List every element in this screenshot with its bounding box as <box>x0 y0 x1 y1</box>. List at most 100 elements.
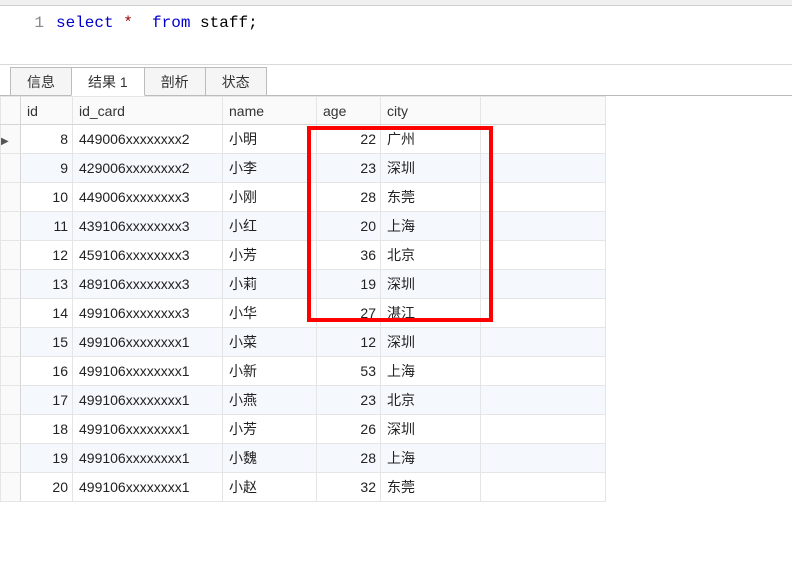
table-row[interactable]: 17499106xxxxxxxx1小燕23北京 <box>1 386 606 415</box>
cell-city[interactable]: 湛江 <box>381 299 481 328</box>
line-gutter: 1 <box>0 12 56 34</box>
cell-age[interactable]: 28 <box>317 183 381 212</box>
cell-id-card[interactable]: 499106xxxxxxxx1 <box>73 386 223 415</box>
col-header-id[interactable]: id <box>21 97 73 125</box>
cell-city[interactable]: 北京 <box>381 241 481 270</box>
cell-city[interactable]: 深圳 <box>381 154 481 183</box>
cell-city[interactable]: 深圳 <box>381 328 481 357</box>
table-row[interactable]: 12459106xxxxxxxx3小芳36北京 <box>1 241 606 270</box>
col-header-age[interactable]: age <box>317 97 381 125</box>
table-row[interactable]: ▶8449006xxxxxxxx2小明22广州 <box>1 125 606 154</box>
cell-name[interactable]: 小莉 <box>223 270 317 299</box>
cell-name[interactable]: 小新 <box>223 357 317 386</box>
cell-name[interactable]: 小芳 <box>223 241 317 270</box>
cell-id[interactable]: 13 <box>21 270 73 299</box>
cell-id[interactable]: 9 <box>21 154 73 183</box>
cell-id[interactable]: 20 <box>21 473 73 502</box>
cell-name[interactable]: 小菜 <box>223 328 317 357</box>
cell-name[interactable]: 小华 <box>223 299 317 328</box>
cell-age[interactable]: 22 <box>317 125 381 154</box>
cell-city[interactable]: 深圳 <box>381 270 481 299</box>
cell-name[interactable]: 小李 <box>223 154 317 183</box>
table-row[interactable]: 9429006xxxxxxxx2小李23深圳 <box>1 154 606 183</box>
cell-id[interactable]: 19 <box>21 444 73 473</box>
table-row[interactable]: 15499106xxxxxxxx1小菜12深圳 <box>1 328 606 357</box>
cell-city[interactable]: 上海 <box>381 444 481 473</box>
cell-id[interactable]: 11 <box>21 212 73 241</box>
row-indicator <box>1 357 21 386</box>
result-grid[interactable]: id id_card name age city ▶8449006xxxxxxx… <box>0 96 606 502</box>
table-row[interactable]: 16499106xxxxxxxx1小新53上海 <box>1 357 606 386</box>
tab-info[interactable]: 信息 <box>10 67 72 95</box>
cell-id-card[interactable]: 449006xxxxxxxx2 <box>73 125 223 154</box>
cell-id[interactable]: 14 <box>21 299 73 328</box>
cell-id[interactable]: 12 <box>21 241 73 270</box>
cell-age[interactable]: 26 <box>317 415 381 444</box>
cell-id[interactable]: 16 <box>21 357 73 386</box>
tab-result-1[interactable]: 结果 1 <box>71 67 145 96</box>
cell-city[interactable]: 深圳 <box>381 415 481 444</box>
col-header-name[interactable]: name <box>223 97 317 125</box>
cell-pad <box>481 212 606 241</box>
cell-id[interactable]: 10 <box>21 183 73 212</box>
cell-id[interactable]: 17 <box>21 386 73 415</box>
cell-age[interactable]: 28 <box>317 444 381 473</box>
table-row[interactable]: 11439106xxxxxxxx3小红20上海 <box>1 212 606 241</box>
cell-name[interactable]: 小明 <box>223 125 317 154</box>
tab-profile[interactable]: 剖析 <box>144 67 206 95</box>
cell-city[interactable]: 北京 <box>381 386 481 415</box>
cell-city[interactable]: 广州 <box>381 125 481 154</box>
cell-id[interactable]: 8 <box>21 125 73 154</box>
cell-age[interactable]: 19 <box>317 270 381 299</box>
col-header-id-card[interactable]: id_card <box>73 97 223 125</box>
cell-name[interactable]: 小赵 <box>223 473 317 502</box>
row-indicator <box>1 270 21 299</box>
cell-id-card[interactable]: 449006xxxxxxxx3 <box>73 183 223 212</box>
cell-name[interactable]: 小魏 <box>223 444 317 473</box>
cell-age[interactable]: 36 <box>317 241 381 270</box>
cell-name[interactable]: 小芳 <box>223 415 317 444</box>
col-header-pad <box>481 97 606 125</box>
cell-pad <box>481 415 606 444</box>
cell-name[interactable]: 小刚 <box>223 183 317 212</box>
cell-pad <box>481 154 606 183</box>
cell-city[interactable]: 上海 <box>381 212 481 241</box>
line-number: 1 <box>34 14 44 32</box>
row-indicator <box>1 386 21 415</box>
cell-age[interactable]: 32 <box>317 473 381 502</box>
table-row[interactable]: 20499106xxxxxxxx1小赵32东莞 <box>1 473 606 502</box>
table-row[interactable]: 13489106xxxxxxxx3小莉19深圳 <box>1 270 606 299</box>
cell-name[interactable]: 小燕 <box>223 386 317 415</box>
cell-age[interactable]: 23 <box>317 386 381 415</box>
tab-status[interactable]: 状态 <box>205 67 267 95</box>
cell-id-card[interactable]: 439106xxxxxxxx3 <box>73 212 223 241</box>
cell-id[interactable]: 18 <box>21 415 73 444</box>
col-header-city[interactable]: city <box>381 97 481 125</box>
table-row[interactable]: 10449006xxxxxxxx3小刚28东莞 <box>1 183 606 212</box>
cell-age[interactable]: 27 <box>317 299 381 328</box>
table-row[interactable]: 18499106xxxxxxxx1小芳26深圳 <box>1 415 606 444</box>
cell-id-card[interactable]: 459106xxxxxxxx3 <box>73 241 223 270</box>
cell-city[interactable]: 东莞 <box>381 183 481 212</box>
cell-id-card[interactable]: 499106xxxxxxxx3 <box>73 299 223 328</box>
cell-id-card[interactable]: 499106xxxxxxxx1 <box>73 444 223 473</box>
cell-id-card[interactable]: 499106xxxxxxxx1 <box>73 415 223 444</box>
sql-code[interactable]: select * from staff; <box>56 12 792 34</box>
cell-age[interactable]: 23 <box>317 154 381 183</box>
cell-id-card[interactable]: 429006xxxxxxxx2 <box>73 154 223 183</box>
cell-city[interactable]: 上海 <box>381 357 481 386</box>
table-row[interactable]: 19499106xxxxxxxx1小魏28上海 <box>1 444 606 473</box>
cell-id-card[interactable]: 499106xxxxxxxx1 <box>73 473 223 502</box>
cell-city[interactable]: 东莞 <box>381 473 481 502</box>
cell-name[interactable]: 小红 <box>223 212 317 241</box>
cell-age[interactable]: 20 <box>317 212 381 241</box>
cell-id-card[interactable]: 499106xxxxxxxx1 <box>73 328 223 357</box>
cell-id-card[interactable]: 499106xxxxxxxx1 <box>73 357 223 386</box>
sql-editor[interactable]: 1 select * from staff; <box>0 6 792 64</box>
kw-from: from <box>152 14 190 32</box>
cell-id[interactable]: 15 <box>21 328 73 357</box>
table-row[interactable]: 14499106xxxxxxxx3小华27湛江 <box>1 299 606 328</box>
cell-age[interactable]: 53 <box>317 357 381 386</box>
cell-age[interactable]: 12 <box>317 328 381 357</box>
cell-id-card[interactable]: 489106xxxxxxxx3 <box>73 270 223 299</box>
